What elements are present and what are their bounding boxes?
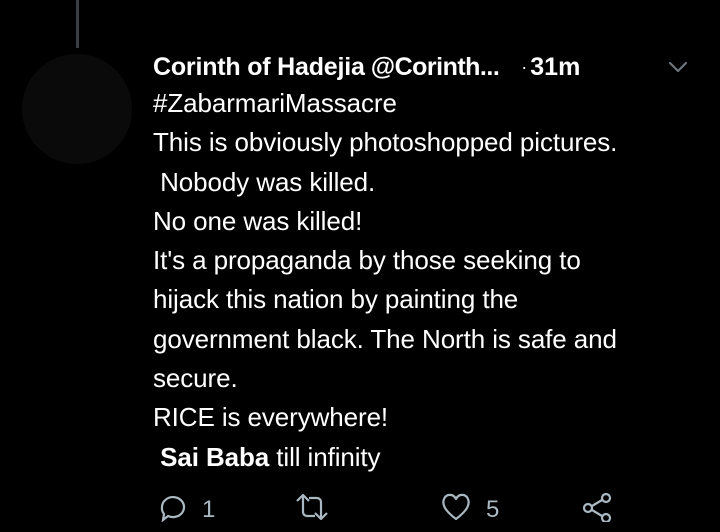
tweet-header: Corinth of Hadejia @Corinth... · 31m [153,50,713,84]
share-button[interactable] [582,492,612,522]
reply-button[interactable]: 1 [158,492,215,524]
tweet-line: RICE is everywhere! [153,402,389,433]
tweet[interactable]: Corinth of Hadejia @Corinth... · 31m #Za… [153,50,713,477]
bold-text: Sai Baba [160,441,270,472]
tweet-line: No one was killed! [153,205,363,236]
chevron-down-icon[interactable] [665,54,691,80]
retweet-icon [296,493,328,521]
tweet-line: This is obviously photoshopped pictures. [153,127,618,158]
reply-icon [160,496,186,522]
display-name[interactable]: Corinth of Hadejia [153,53,365,82]
tweet-line: hijack this nation by painting the [153,284,519,315]
timestamp[interactable]: 31m [530,53,580,82]
like-count: 5 [486,496,500,523]
tweet-line: government black. The North is safe and [153,323,617,354]
user-handle[interactable]: @Corinth... [371,53,500,82]
avatar[interactable] [22,54,132,164]
hashtag-link[interactable]: #ZabarmariMassacre [153,84,713,123]
tweet-line: secure. [153,363,238,394]
share-icon [582,492,612,522]
like-button[interactable]: 5 [440,492,499,524]
thread-line [76,0,79,48]
reply-count: 1 [202,496,216,523]
tweet-line-rest: till infinity [269,441,381,472]
separator-dot: · [521,56,528,77]
tweet-text: #ZabarmariMassacre This is obviously pho… [153,84,713,477]
heart-icon [442,493,470,521]
tweet-last-line: Sai Baba till infinity [153,438,713,477]
tweet-line: It's a propaganda by those seeking to [153,245,581,276]
tweet-line: Nobody was killed. [153,166,376,197]
tweet-actions: 1 5 [150,492,630,532]
retweet-button[interactable] [295,492,329,522]
